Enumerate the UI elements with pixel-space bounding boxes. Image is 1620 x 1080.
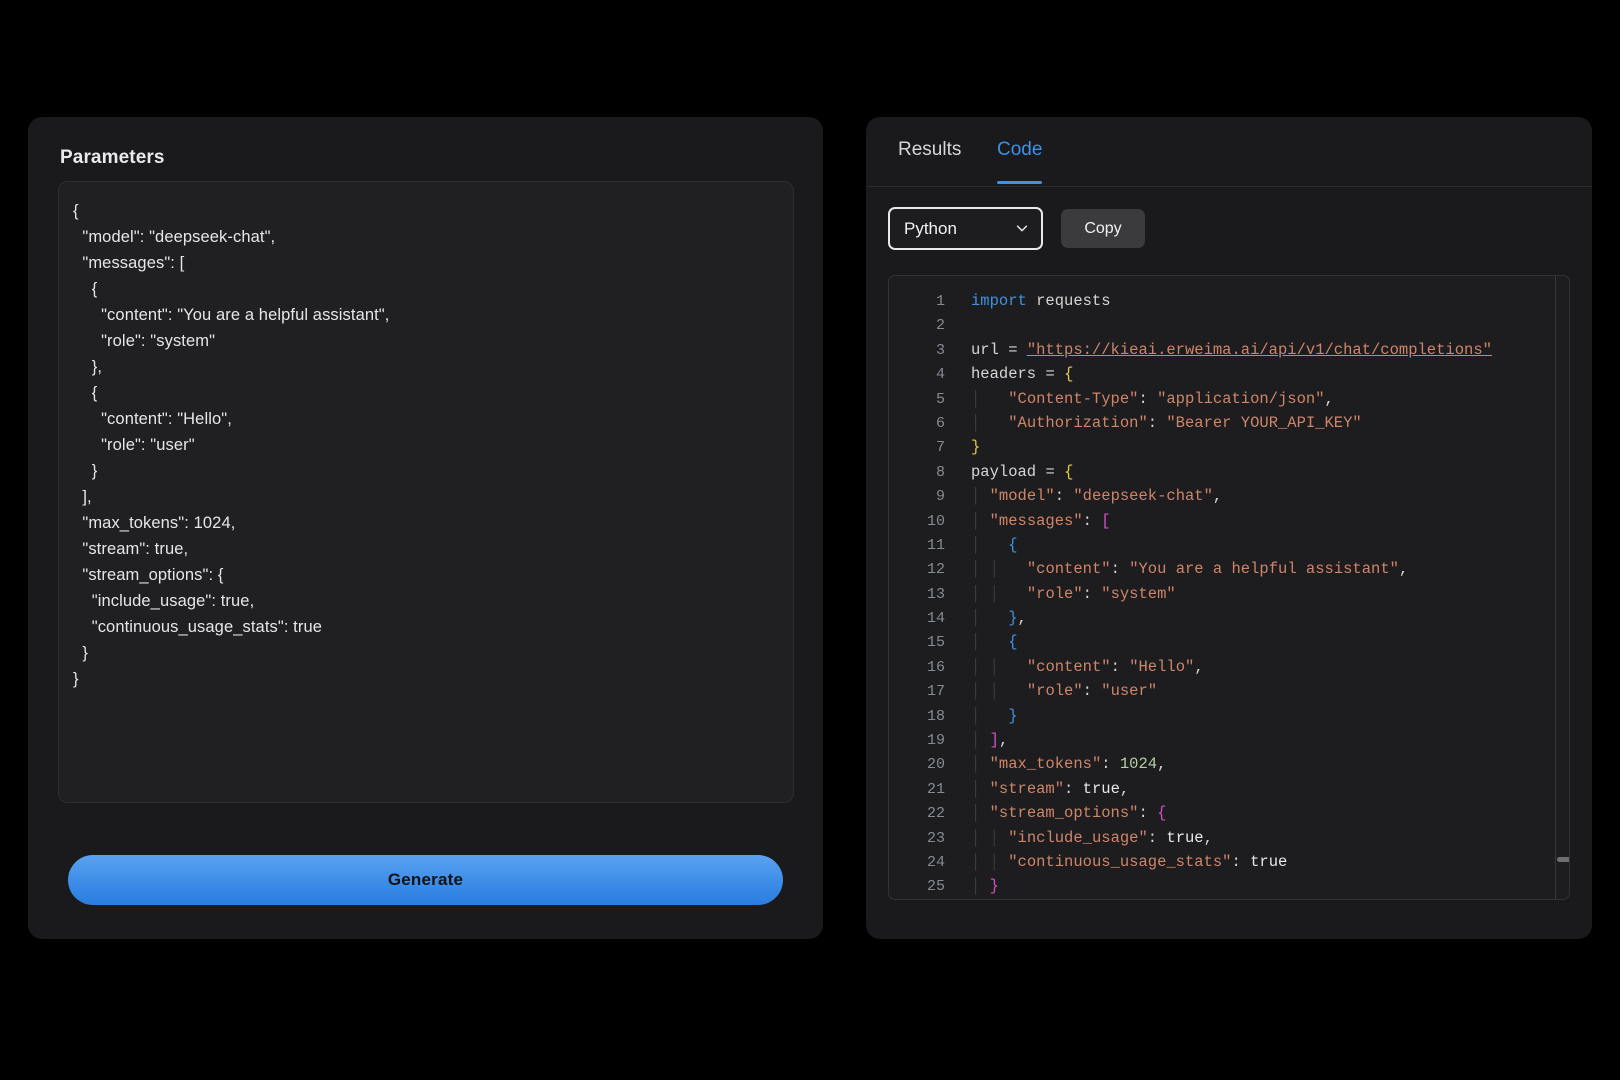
tab-bar: Results Code bbox=[866, 117, 1592, 187]
code-text: │ "stream_options": { bbox=[945, 801, 1166, 825]
code-lines: 1import requests23url = "https://kieai.e… bbox=[889, 289, 1570, 899]
code-line: 2 bbox=[889, 313, 1570, 337]
code-line: 19│ ], bbox=[889, 728, 1570, 752]
code-line: 21│ "stream": true, bbox=[889, 777, 1570, 801]
line-number: 15 bbox=[889, 631, 945, 655]
code-line: 4headers = { bbox=[889, 362, 1570, 386]
page-title: Parameters bbox=[60, 147, 165, 169]
code-text: headers = { bbox=[945, 362, 1073, 386]
code-vertical-divider bbox=[1555, 276, 1556, 900]
code-text: } bbox=[945, 435, 980, 459]
output-panel: Results Code Python Copy 1import request… bbox=[866, 117, 1592, 939]
code-text: │ "max_tokens": 1024, bbox=[945, 752, 1166, 776]
code-line: 18│ } bbox=[889, 704, 1570, 728]
line-number: 18 bbox=[889, 705, 945, 729]
language-select[interactable]: Python bbox=[888, 207, 1043, 250]
code-line: 17│ │ "role": "user" bbox=[889, 679, 1570, 703]
code-viewer[interactable]: 1import requests23url = "https://kieai.e… bbox=[888, 275, 1570, 900]
line-number: 7 bbox=[889, 436, 945, 460]
code-text: │ │ "role": "user" bbox=[945, 679, 1157, 703]
code-text: │ { bbox=[945, 533, 1018, 557]
line-number: 20 bbox=[889, 753, 945, 777]
app-root: Parameters { "model": "deepseek-chat", "… bbox=[0, 0, 1620, 1080]
code-line: 14│ }, bbox=[889, 606, 1570, 630]
code-text: url = "https://kieai.erweima.ai/api/v1/c… bbox=[945, 338, 1492, 362]
code-text: payload = { bbox=[945, 460, 1073, 484]
code-text: │ "Content-Type": "application/json", bbox=[945, 387, 1334, 411]
line-number: 6 bbox=[889, 412, 945, 436]
code-text: │ "stream": true, bbox=[945, 777, 1129, 801]
code-line: 25│ } bbox=[889, 874, 1570, 898]
code-line: 24│ │ "continuous_usage_stats": true bbox=[889, 850, 1570, 874]
line-number: 11 bbox=[889, 534, 945, 558]
line-number: 14 bbox=[889, 607, 945, 631]
tab-code[interactable]: Code bbox=[997, 139, 1042, 183]
code-line: 12│ │ "content": "You are a helpful assi… bbox=[889, 557, 1570, 581]
line-number: 16 bbox=[889, 656, 945, 680]
code-text: │ │ "include_usage": true, bbox=[945, 826, 1213, 850]
code-text: │ { bbox=[945, 630, 1018, 654]
copy-button[interactable]: Copy bbox=[1061, 209, 1145, 248]
line-number: 5 bbox=[889, 388, 945, 412]
code-text: │ │ "role": "system" bbox=[945, 582, 1176, 606]
line-number: 8 bbox=[889, 461, 945, 485]
code-line: 13│ │ "role": "system" bbox=[889, 582, 1570, 606]
code-line: 10│ "messages": [ bbox=[889, 509, 1570, 533]
code-text: │ "messages": [ bbox=[945, 509, 1111, 533]
code-line: 3url = "https://kieai.erweima.ai/api/v1/… bbox=[889, 338, 1570, 362]
line-number: 17 bbox=[889, 680, 945, 704]
code-text: │ │ "content": "Hello", bbox=[945, 655, 1204, 679]
line-number: 4 bbox=[889, 363, 945, 387]
parameters-panel: Parameters { "model": "deepseek-chat", "… bbox=[28, 117, 823, 939]
line-number: 2 bbox=[889, 314, 945, 338]
line-number: 9 bbox=[889, 485, 945, 509]
line-number: 12 bbox=[889, 558, 945, 582]
generate-button[interactable]: Generate bbox=[68, 855, 783, 905]
parameters-json-text[interactable]: { "model": "deepseek-chat", "messages": … bbox=[73, 198, 783, 692]
line-number: 10 bbox=[889, 510, 945, 534]
line-number: 23 bbox=[889, 827, 945, 851]
code-line: 23│ │ "include_usage": true, bbox=[889, 826, 1570, 850]
code-scroll-region[interactable]: 1import requests23url = "https://kieai.e… bbox=[889, 276, 1570, 900]
code-line: 7} bbox=[889, 435, 1570, 459]
code-text: │ │ "content": "You are a helpful assist… bbox=[945, 557, 1408, 581]
code-text: │ }, bbox=[945, 606, 1027, 630]
code-line: 1import requests bbox=[889, 289, 1570, 313]
line-number: 13 bbox=[889, 583, 945, 607]
line-number: 3 bbox=[889, 339, 945, 363]
code-line: 15│ { bbox=[889, 630, 1570, 654]
code-line: 8payload = { bbox=[889, 460, 1570, 484]
parameters-input[interactable]: { "model": "deepseek-chat", "messages": … bbox=[58, 181, 794, 803]
code-text: │ │ "continuous_usage_stats": true bbox=[945, 850, 1287, 874]
tab-results[interactable]: Results bbox=[898, 139, 961, 183]
horizontal-scrollbar-thumb[interactable] bbox=[1557, 857, 1570, 862]
code-line: 22│ "stream_options": { bbox=[889, 801, 1570, 825]
code-line: 11│ { bbox=[889, 533, 1570, 557]
code-text: import requests bbox=[945, 289, 1111, 313]
line-number: 1 bbox=[889, 290, 945, 314]
code-line: 6│ "Authorization": "Bearer YOUR_API_KEY… bbox=[889, 411, 1570, 435]
code-line: 20│ "max_tokens": 1024, bbox=[889, 752, 1570, 776]
line-number: 19 bbox=[889, 729, 945, 753]
code-line: 9│ "model": "deepseek-chat", bbox=[889, 484, 1570, 508]
code-line: 16│ │ "content": "Hello", bbox=[889, 655, 1570, 679]
line-number: 22 bbox=[889, 802, 945, 826]
code-text: │ ], bbox=[945, 728, 1008, 752]
code-text: │ "Authorization": "Bearer YOUR_API_KEY" bbox=[945, 411, 1362, 435]
code-line: 5│ "Content-Type": "application/json", bbox=[889, 387, 1570, 411]
line-number: 24 bbox=[889, 851, 945, 875]
line-number: 25 bbox=[889, 875, 945, 899]
code-text: │ } bbox=[945, 874, 999, 898]
line-number: 21 bbox=[889, 778, 945, 802]
code-text: │ "model": "deepseek-chat", bbox=[945, 484, 1222, 508]
code-text: │ } bbox=[945, 704, 1018, 728]
